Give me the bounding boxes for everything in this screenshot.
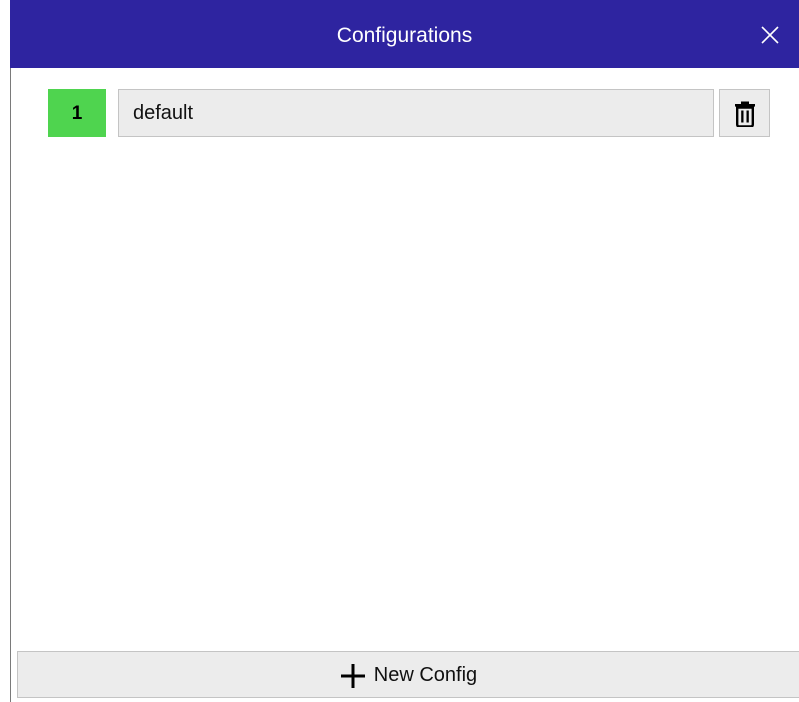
new-config-label: New Config (373, 664, 478, 686)
title-bar: Configurations (10, 0, 799, 68)
delete-config-button[interactable] (719, 89, 770, 137)
window-title: Configurations (336, 24, 473, 47)
configurations-window: Configurations 1 Ne (0, 0, 799, 702)
close-icon (761, 26, 779, 44)
config-row: 1 (48, 89, 770, 137)
trash-icon (735, 101, 755, 127)
plus-icon (340, 663, 365, 688)
close-button[interactable] (755, 20, 785, 50)
new-config-button[interactable]: New Config (17, 651, 799, 698)
config-name-field[interactable] (118, 89, 714, 137)
window-left-border (10, 68, 11, 702)
config-index-badge[interactable]: 1 (48, 89, 106, 137)
